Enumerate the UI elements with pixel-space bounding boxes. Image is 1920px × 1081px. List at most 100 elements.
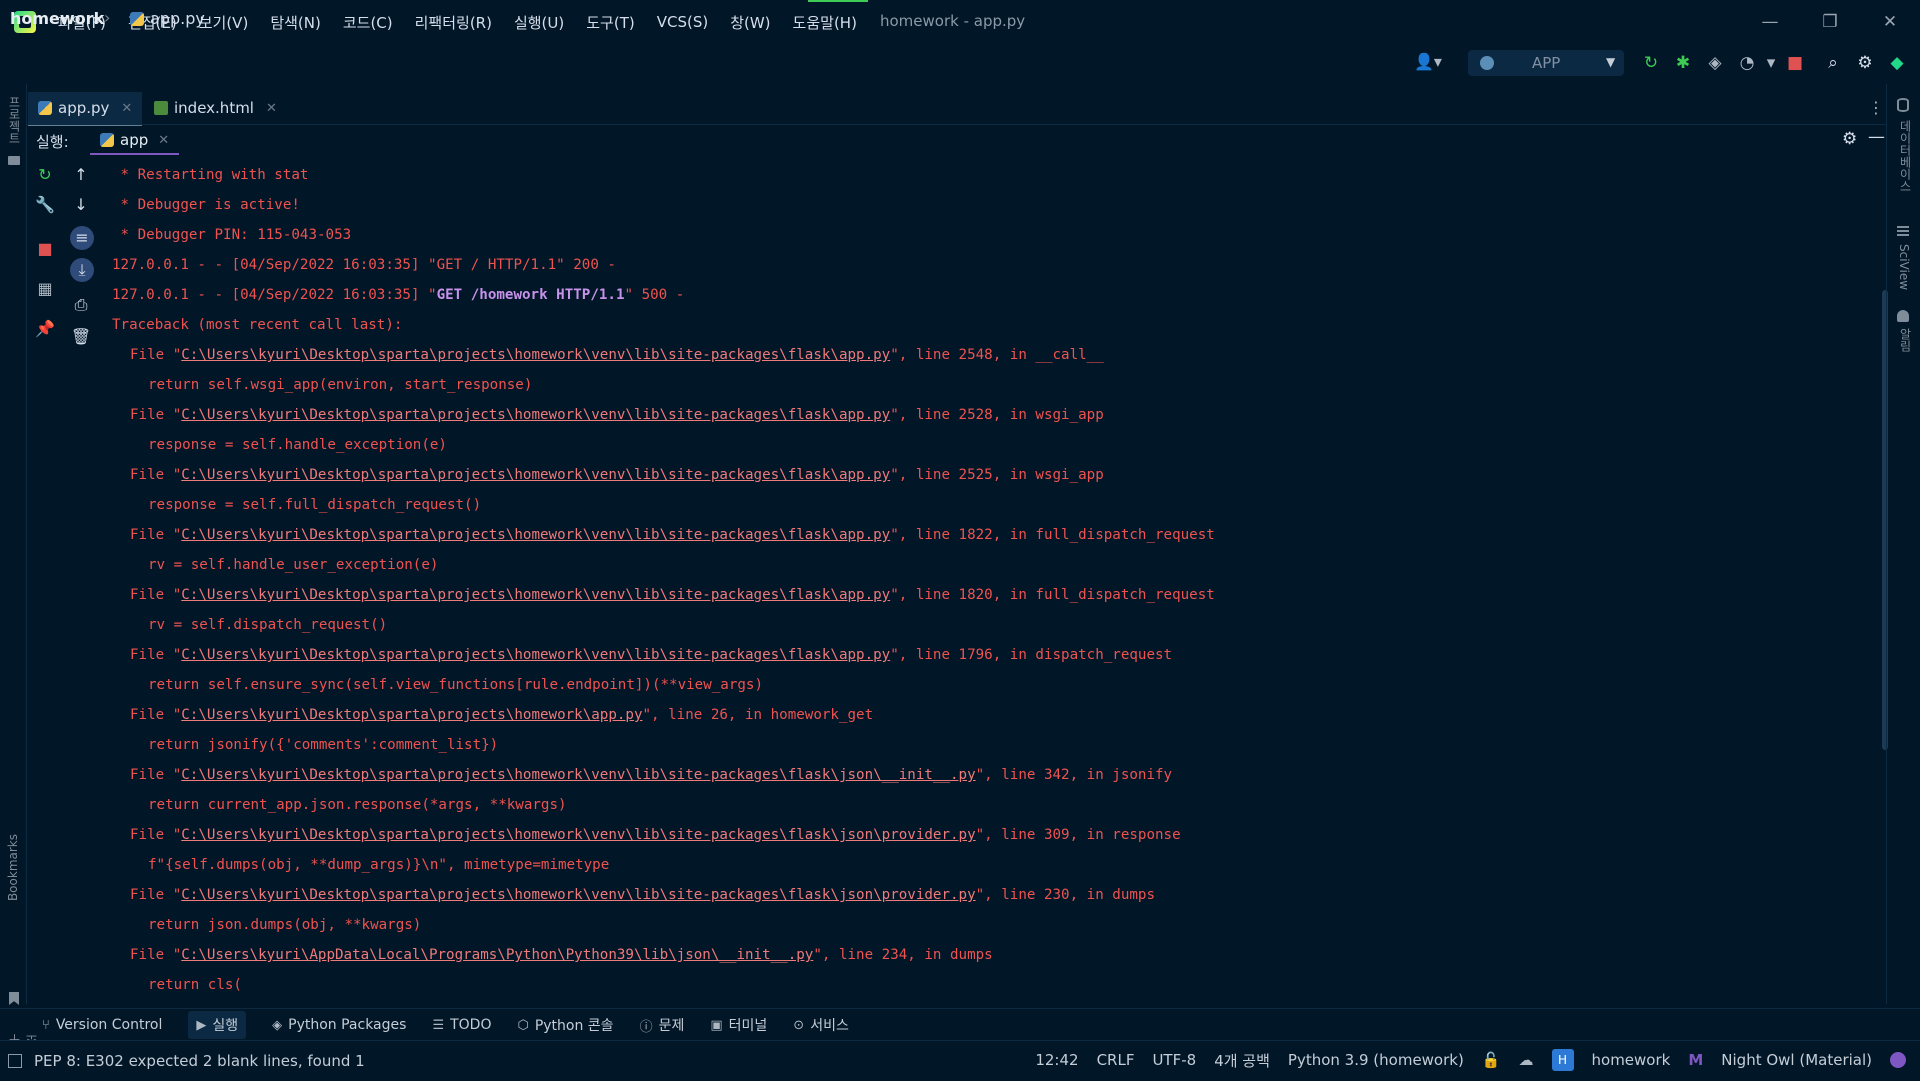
breadcrumb-project[interactable]: homework [10,9,104,28]
menu-item[interactable]: 보기(V) [199,12,249,33]
toggle-panel-icon[interactable] [8,1054,22,1068]
database-tool-button[interactable]: 데이터베이스 [1897,120,1914,192]
cloud-sync-icon[interactable]: ☁ [1519,1051,1534,1069]
close-tab-icon[interactable]: ✕ [266,101,277,116]
console-text: ", line 1820, in full_dispatch_request [890,587,1215,603]
file-path-link[interactable]: C:\Users\kyuri\Desktop\sparta\projects\h… [181,707,642,723]
console-line: f"{self.dumps(obj, **dump_args)}\n", mim… [112,850,1872,880]
layout-icon[interactable]: ▦ [34,278,56,300]
scroll-end-icon[interactable]: ⤓ [70,258,94,282]
tool-window-label: TODO [450,1017,492,1033]
console-line: File "C:\Users\kyuri\Desktop\sparta\proj… [112,880,1872,910]
menu-item[interactable]: 도움말(H) [793,12,857,33]
menu-item[interactable]: 창(W) [730,12,770,33]
menu-item[interactable]: 리팩터링(R) [415,12,492,33]
breadcrumb-file[interactable]: app.py [150,9,205,28]
bookmarks-tool-button[interactable]: Bookmarks [6,834,20,901]
tool-window-run[interactable]: ▶ 실행 [188,1011,247,1039]
python-interpreter[interactable]: Python 3.9 (homework) [1288,1051,1464,1069]
file-path-link[interactable]: C:\Users\kyuri\Desktop\sparta\projects\h… [181,647,890,663]
menu-item[interactable]: 도구(T) [586,12,634,33]
user-account-icon[interactable]: 👤▾ [1414,52,1442,71]
run-icon: ▶ [196,1017,207,1033]
notification-bell-icon [1897,310,1909,322]
file-path-link[interactable]: C:\Users\kyuri\Desktop\sparta\projects\h… [181,587,890,603]
console-text: response = self.full_dispatch_request() [148,497,482,513]
rerun-icon[interactable]: ↻ [1640,52,1662,74]
database-icon [1897,98,1909,112]
menu-item[interactable]: 실행(U) [514,12,564,33]
tab-app-py[interactable]: app.py ✕ [28,92,143,126]
status-theme[interactable]: Night Owl (Material) [1721,1051,1872,1069]
pin-icon[interactable]: 📌 [34,318,56,340]
close-window-icon[interactable]: ✕ [1876,8,1904,36]
menu-item[interactable]: 탐색(N) [270,12,321,33]
file-path-link[interactable]: C:\Users\kyuri\AppData\Local\Programs\Py… [181,947,813,963]
arrow-up-icon[interactable]: ↑ [70,164,92,186]
wrench-icon[interactable]: 🔧 [34,194,56,216]
indent-setting[interactable]: 4개 공백 [1214,1050,1270,1071]
run-tab-app[interactable]: app ✕ [90,127,180,155]
sciview-tool-button[interactable]: SciView [1897,244,1911,290]
line-separator[interactable]: CRLF [1097,1051,1135,1069]
gear-icon[interactable]: ⚙ [1842,129,1857,149]
tool-window-todo[interactable]: ☰ TODO [432,1017,491,1033]
status-project[interactable]: homework [1592,1051,1671,1069]
debug-icon[interactable]: ✱ [1672,52,1694,74]
python-config-icon [1480,56,1494,70]
request-highlight: GET /homework HTTP/1.1 [436,287,625,303]
profile-icon[interactable]: ◔ [1736,52,1758,74]
search-icon[interactable]: ⌕ [1822,52,1844,74]
caret-position[interactable]: 12:42 [1035,1051,1078,1069]
more-run-icon[interactable]: ▾ [1760,52,1782,74]
tool-window-terminal[interactable]: ▣ 터미널 [710,1015,767,1035]
lock-icon[interactable]: 🔓 [1482,1051,1501,1069]
python-file-icon [100,133,114,147]
status-message[interactable]: PEP 8: E302 expected 2 blank lines, foun… [34,1052,365,1070]
close-run-tab-icon[interactable]: ✕ [158,133,169,148]
file-path-link[interactable]: C:\Users\kyuri\Desktop\sparta\projects\h… [181,347,890,363]
arrow-down-icon[interactable]: ↓ [70,194,92,216]
file-path-link[interactable]: C:\Users\kyuri\Desktop\sparta\projects\h… [181,887,975,903]
stop-icon[interactable]: ■ [1784,52,1806,74]
console-text: File " [130,827,182,843]
tool-window-python-console[interactable]: ⬡ Python 콘솔 [517,1015,613,1035]
trash-icon[interactable]: 🗑 [70,326,92,348]
settings-icon[interactable]: ⚙ [1854,52,1876,74]
console-line: response = self.handle_exception(e) [112,430,1872,460]
file-path-link[interactable]: C:\Users\kyuri\Desktop\sparta\projects\h… [181,767,975,783]
print-icon[interactable]: ⎙ [70,294,92,316]
hide-panel-icon[interactable]: — [1868,127,1885,147]
console-line: File "C:\Users\kyuri\Desktop\sparta\proj… [112,460,1872,490]
minimize-icon[interactable]: — [1756,8,1784,36]
soft-wrap-icon[interactable]: ≡ [70,226,94,250]
folder-icon [8,156,20,165]
run-configuration-select[interactable]: APP ▼ [1468,50,1624,76]
tool-window-services[interactable]: ⊙ 서비스 [793,1015,849,1035]
file-encoding[interactable]: UTF-8 [1152,1051,1196,1069]
file-path-link[interactable]: C:\Users\kyuri\Desktop\sparta\projects\h… [181,527,890,543]
close-tab-icon[interactable]: ✕ [121,101,132,116]
run-console-output[interactable]: * Restarting with stat * Debugger is act… [112,160,1872,1008]
restore-icon[interactable]: ❐ [1816,8,1844,36]
menu-item[interactable]: 코드(C) [343,12,393,33]
tool-window-python-packages[interactable]: ◈ Python Packages [272,1017,406,1033]
console-text: File " [130,587,182,603]
file-path-link[interactable]: C:\Users\kyuri\Desktop\sparta\projects\h… [181,827,975,843]
notifications-tool-button[interactable]: 알림 [1897,328,1914,352]
file-path-link[interactable]: C:\Users\kyuri\Desktop\sparta\projects\h… [181,407,890,423]
console-text: return cls( [148,977,242,993]
tool-window-version-control[interactable]: ⑂ Version Control [42,1017,162,1033]
coverage-icon[interactable]: ◈ [1704,52,1726,74]
console-text: rv = self.handle_user_exception(e) [148,557,439,573]
plugin-icon[interactable]: ◆ [1886,52,1908,74]
tool-window-problems[interactable]: ⓘ 문제 [640,1015,685,1035]
project-tool-button[interactable]: 프로젝트 [6,96,23,144]
stop-icon[interactable]: ■ [34,238,56,260]
rerun-icon[interactable]: ↻ [34,164,56,186]
tab-options-icon[interactable]: ⋮ [1868,98,1884,117]
menu-item[interactable]: VCS(S) [657,13,708,31]
file-path-link[interactable]: C:\Users\kyuri\Desktop\sparta\projects\h… [181,467,890,483]
tab-index-html[interactable]: index.html ✕ [144,92,287,124]
tool-window-bar: ⑂ Version Control ▶ 실행 ◈ Python Packages ☰ TODO… [0,1008,1920,1041]
